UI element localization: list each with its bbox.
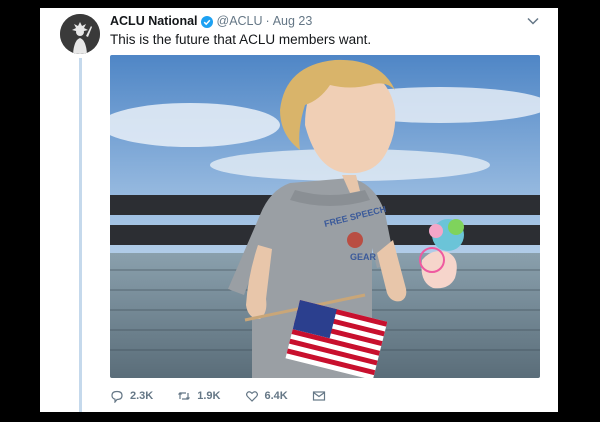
- tweet-actions: 2.3K 1.9K 6.4K: [110, 388, 356, 404]
- reply-icon: [111, 390, 123, 403]
- tweet-text: This is the future that ACLU members wan…: [110, 32, 372, 47]
- reply-button[interactable]: 2.3K: [110, 389, 153, 403]
- like-button[interactable]: 6.4K: [245, 389, 288, 403]
- reply-count: 2.3K: [130, 390, 154, 402]
- avatar[interactable]: [60, 14, 100, 54]
- direct-message-button[interactable]: [312, 389, 332, 403]
- statue-of-liberty-icon: [60, 14, 100, 54]
- heart-icon: [245, 391, 258, 402]
- child-with-flag-image: FREE SPEECH GEAR: [110, 55, 540, 378]
- tweet-header: ACLU National @ACLU · Aug 23: [110, 14, 312, 29]
- retweet-button[interactable]: 1.9K: [177, 389, 221, 403]
- shirt-text-bottom: GEAR: [350, 252, 377, 262]
- user-handle[interactable]: @ACLU: [217, 14, 263, 29]
- chevron-down-icon[interactable]: [526, 14, 540, 28]
- separator-dot: ·: [265, 14, 270, 28]
- retweet-icon: [178, 392, 191, 400]
- envelope-icon: [312, 391, 325, 401]
- retweet-count: 1.9K: [197, 390, 221, 402]
- like-count: 6.4K: [264, 390, 288, 402]
- display-name[interactable]: ACLU National: [110, 14, 198, 29]
- thread-line: [79, 58, 82, 412]
- verified-badge-icon: [200, 15, 213, 28]
- tweet-photo[interactable]: FREE SPEECH GEAR: [110, 55, 540, 378]
- tweet-card: ACLU National @ACLU · Aug 23 This is the…: [40, 8, 558, 412]
- tweet-date[interactable]: Aug 23: [273, 14, 313, 29]
